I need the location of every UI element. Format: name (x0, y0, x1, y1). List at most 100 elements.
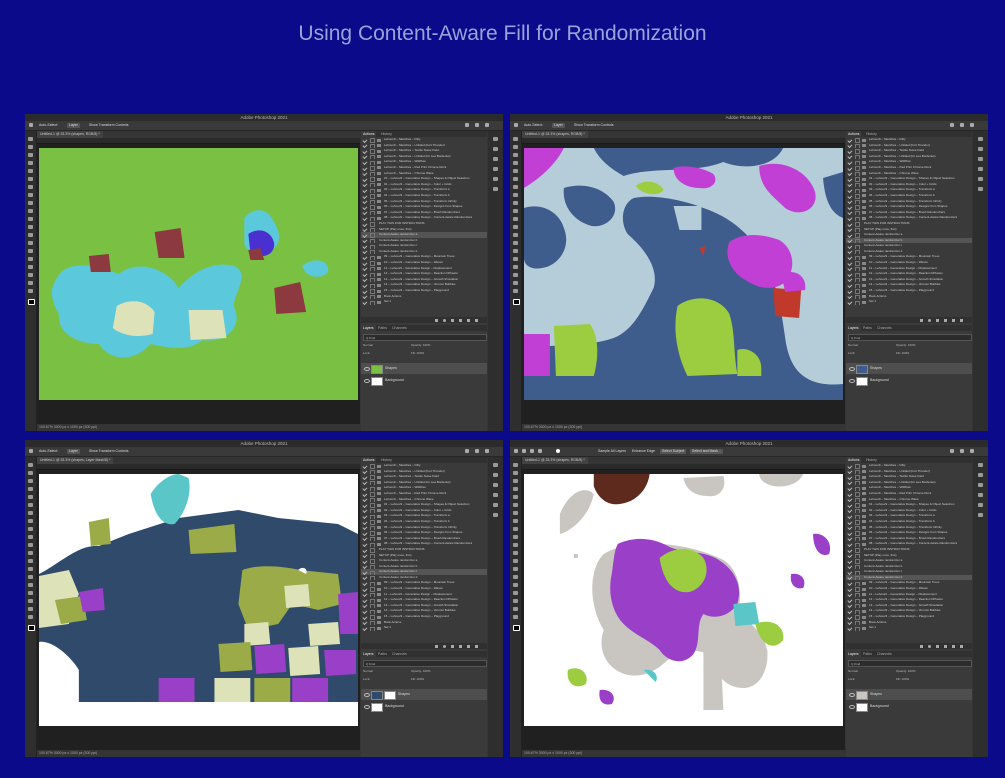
pen-tool-icon[interactable] (513, 575, 518, 579)
history-brush-icon[interactable] (513, 535, 518, 539)
foreground-color-swatch[interactable] (28, 299, 35, 305)
healing-tool-icon[interactable] (513, 185, 518, 189)
color-icon[interactable] (978, 147, 983, 151)
workspace-icon[interactable] (475, 123, 479, 127)
blend-mode-select[interactable]: Normal (363, 343, 373, 347)
opacity-field[interactable]: Opacity: 100% (896, 343, 916, 347)
share-icon[interactable] (970, 123, 974, 127)
properties-icon[interactable] (493, 167, 498, 171)
marquee-tool-icon[interactable] (513, 471, 518, 475)
document-tab[interactable]: Untitled-1 @ 33.3% (shapes, Layer Mask/8… (37, 457, 114, 464)
marquee-tool-icon[interactable] (513, 145, 518, 149)
visibility-eye-icon[interactable] (849, 379, 855, 383)
tab-paths[interactable]: Paths (376, 325, 389, 331)
layer-background[interactable]: Background (846, 701, 972, 712)
visibility-eye-icon[interactable] (364, 705, 370, 709)
libraries-icon[interactable] (978, 187, 983, 191)
gradient-tool-icon[interactable] (513, 225, 518, 229)
record-icon[interactable] (443, 644, 446, 648)
workspace-icon[interactable] (475, 449, 479, 453)
adjustments-icon[interactable] (493, 177, 498, 181)
share-icon[interactable] (970, 449, 974, 453)
foreground-color-swatch[interactable] (513, 625, 520, 631)
layer-background[interactable]: Background (846, 375, 972, 386)
brush-size-icon[interactable] (556, 449, 560, 453)
new-set-icon[interactable] (459, 644, 462, 648)
eyedropper-tool-icon[interactable] (28, 177, 33, 181)
healing-tool-icon[interactable] (28, 185, 33, 189)
blend-mode-select[interactable]: Normal (363, 669, 373, 673)
brush-tool-icon[interactable] (513, 193, 518, 197)
subtract-selection-icon[interactable] (538, 449, 542, 453)
opacity-field[interactable]: Opacity: 100% (411, 343, 431, 347)
marquee-tool-icon[interactable] (28, 145, 33, 149)
dodge-tool-icon[interactable] (28, 567, 33, 571)
blend-mode-select[interactable]: Normal (848, 669, 858, 673)
fill-field[interactable]: Fill: 100% (411, 677, 424, 681)
quick-select-tool-icon[interactable] (513, 161, 518, 165)
quick-select-tool-icon[interactable] (28, 161, 33, 165)
foreground-color-swatch[interactable] (513, 299, 520, 305)
opacity-field[interactable]: Opacity: 100% (896, 669, 916, 673)
color-icon[interactable] (978, 473, 983, 477)
tab-channels[interactable]: Channels (390, 651, 409, 657)
dodge-tool-icon[interactable] (513, 241, 518, 245)
history-brush-icon[interactable] (28, 535, 33, 539)
play-icon[interactable] (936, 644, 939, 648)
dodge-tool-icon[interactable] (28, 241, 33, 245)
layer-select[interactable]: Layer (552, 123, 565, 128)
sample-all-layers-checkbox[interactable]: Sample All Layers (596, 449, 628, 454)
libraries-icon[interactable] (978, 513, 983, 517)
quick-selection-tool-icon[interactable] (514, 449, 518, 453)
libraries-icon[interactable] (493, 513, 498, 517)
layer-shapes[interactable]: Shapes (361, 363, 487, 374)
share-icon[interactable] (485, 449, 489, 453)
swatches-icon[interactable] (978, 483, 983, 487)
share-icon[interactable] (485, 123, 489, 127)
pen-tool-icon[interactable] (513, 249, 518, 253)
libraries-icon[interactable] (493, 187, 498, 191)
visibility-eye-icon[interactable] (364, 693, 370, 697)
fill-field[interactable]: Fill: 100% (896, 351, 909, 355)
select-subject-button[interactable]: Select Subject (660, 449, 687, 454)
visibility-eye-icon[interactable] (849, 705, 855, 709)
trash-icon[interactable] (960, 318, 963, 322)
dodge-tool-icon[interactable] (513, 567, 518, 571)
zoom-tool-icon[interactable] (513, 615, 518, 619)
stamp-tool-icon[interactable] (513, 527, 518, 531)
document-tab[interactable]: Untitled-1 @ 33.3% (shapes, RGB/8) * (37, 131, 103, 138)
eraser-tool-icon[interactable] (513, 543, 518, 547)
layer-shapes[interactable]: Shapes (846, 363, 972, 374)
shape-tool-icon[interactable] (28, 273, 33, 277)
stamp-tool-icon[interactable] (28, 527, 33, 531)
new-action-icon[interactable] (952, 318, 955, 322)
dialog-toggle-icon[interactable] (370, 626, 375, 631)
blur-tool-icon[interactable] (513, 233, 518, 237)
visibility-eye-icon[interactable] (849, 367, 855, 371)
eyedropper-tool-icon[interactable] (513, 177, 518, 181)
move-tool-icon[interactable] (29, 449, 33, 453)
action-item[interactable]: Set 1 (846, 299, 972, 305)
tab-layers[interactable]: Layers (846, 651, 861, 657)
hand-tool-icon[interactable] (513, 281, 518, 285)
opacity-field[interactable]: Opacity: 100% (411, 669, 431, 673)
info-icon[interactable] (978, 137, 983, 141)
eraser-tool-icon[interactable] (513, 217, 518, 221)
adjustments-icon[interactable] (978, 177, 983, 181)
move-tool-icon[interactable] (28, 137, 33, 141)
properties-icon[interactable] (493, 493, 498, 497)
hand-tool-icon[interactable] (513, 607, 518, 611)
workspace-icon[interactable] (960, 449, 964, 453)
layer-kind-filter[interactable]: Q Kind (848, 660, 972, 667)
type-tool-icon[interactable] (28, 583, 33, 587)
new-set-icon[interactable] (944, 318, 947, 322)
tab-layers[interactable]: Layers (361, 651, 376, 657)
dialog-toggle-icon[interactable] (370, 300, 375, 305)
checkmark-icon[interactable] (847, 299, 853, 305)
lasso-tool-icon[interactable] (513, 153, 518, 157)
blur-tool-icon[interactable] (513, 559, 518, 563)
history-brush-icon[interactable] (28, 209, 33, 213)
search-icon[interactable] (950, 449, 954, 453)
type-tool-icon[interactable] (28, 257, 33, 261)
zoom-tool-icon[interactable] (28, 289, 33, 293)
